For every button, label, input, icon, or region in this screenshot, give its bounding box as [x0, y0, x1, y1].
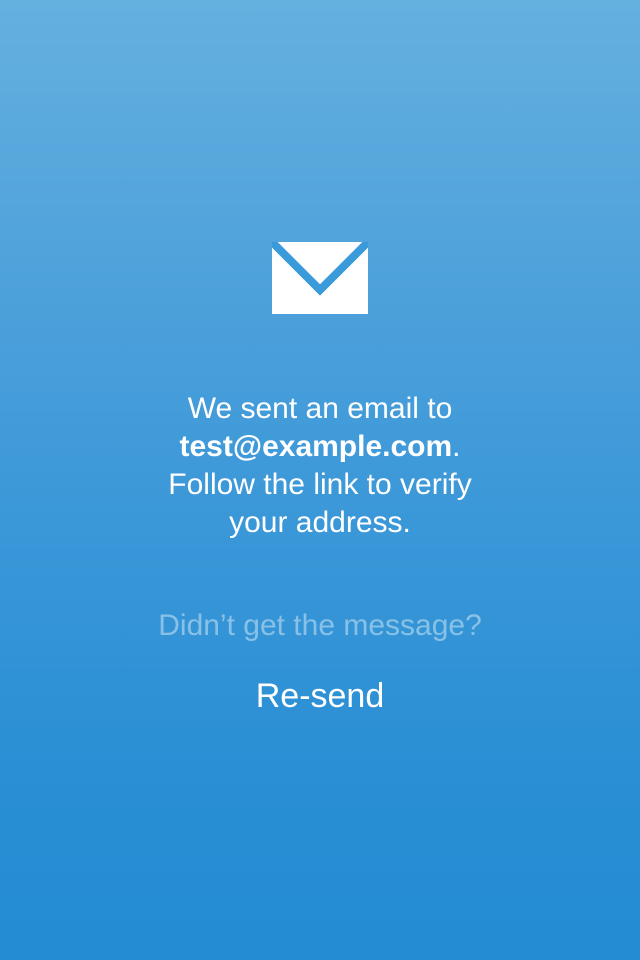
mail-icon: [269, 239, 371, 314]
email-address: test@example.com: [179, 430, 453, 463]
message-line-1: We sent an email to: [187, 392, 453, 425]
message-line-4: your address.: [229, 506, 411, 539]
resend-button[interactable]: Re-send: [200, 675, 440, 717]
resend-prompt: Didn’t get the message?: [158, 609, 482, 642]
email-verification-screen: We sent an email to test@example.com. Fo…: [0, 0, 640, 960]
message-email-line: test@example.com.: [100, 428, 540, 466]
message-line-3: Follow the link to verify: [168, 468, 472, 501]
verification-message: We sent an email to test@example.com. Fo…: [100, 390, 540, 542]
email-period: .: [452, 430, 461, 463]
